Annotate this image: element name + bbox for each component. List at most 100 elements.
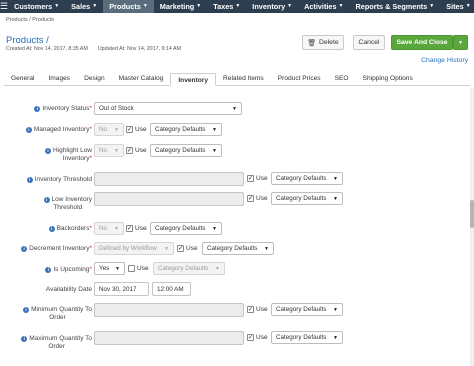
inventory-threshold-input[interactable]: [94, 172, 244, 186]
decrement-inventory-use-checkbox[interactable]: ✓: [177, 245, 184, 252]
is-upcoming-label: i Is Upcoming*: [45, 266, 92, 274]
minimum-quantity-input[interactable]: [94, 303, 244, 317]
use-label: Use: [135, 147, 147, 154]
decrement-inventory-select[interactable]: Defined by Workflow ▼: [94, 242, 174, 255]
tab-inventory[interactable]: Inventory: [170, 73, 217, 86]
use-label: Use: [186, 245, 198, 252]
created-at: Created At: Nov 14, 2017, 8:35 AM: [6, 46, 88, 52]
tab-bar: General Images Design Master Catalog Inv…: [4, 72, 470, 86]
info-icon: i: [34, 106, 41, 112]
chevron-down-icon: ▼: [114, 225, 119, 232]
highlight-low-inventory-label: i Highlight Low Inventory*: [44, 147, 92, 163]
maximum-quantity-label: i Maximum Quantity To Order: [21, 335, 92, 351]
tab-master-catalog[interactable]: Master Catalog: [112, 72, 171, 85]
inventory-status-label: i Inventory Status*: [34, 105, 92, 113]
nav-sales[interactable]: Sales ▼: [65, 0, 103, 13]
maximum-quantity-use-checkbox[interactable]: ✓: [247, 334, 254, 341]
nav-taxes[interactable]: Taxes ▼: [207, 0, 246, 13]
chevron-down-icon: ▼: [164, 245, 169, 252]
nav-products[interactable]: Products ▼: [103, 0, 154, 13]
change-history-link[interactable]: Change History: [421, 57, 468, 64]
is-upcoming-select[interactable]: Yes ▼: [94, 262, 125, 275]
chevron-down-icon: ▼: [429, 3, 435, 9]
nav-sites[interactable]: Sites ▼: [440, 0, 474, 13]
low-inventory-threshold-input[interactable]: [94, 192, 244, 206]
use-label: Use: [135, 225, 147, 232]
page-title: Products /: [6, 35, 49, 46]
minimum-quantity-category-select[interactable]: Category Defaults ▼: [271, 303, 343, 316]
is-upcoming-use-checkbox[interactable]: [128, 265, 135, 272]
hamburger-menu-icon[interactable]: ☰: [0, 1, 8, 12]
use-label: Use: [137, 265, 149, 272]
backorders-category-select[interactable]: Category Defaults ▼: [150, 222, 222, 235]
tab-images[interactable]: Images: [41, 72, 77, 85]
highlight-low-inventory-select[interactable]: No ▼: [94, 144, 124, 157]
info-icon: i: [21, 246, 28, 252]
availability-time-input[interactable]: 12:00 AM: [152, 282, 191, 296]
nav-customers[interactable]: Customers ▼: [8, 0, 65, 13]
highlight-low-category-select[interactable]: Category Defaults ▼: [150, 144, 222, 157]
chevron-down-icon: ▼: [287, 3, 293, 9]
tab-shipping-options[interactable]: Shipping Options: [356, 72, 420, 85]
nav-marketing[interactable]: Marketing ▼: [154, 0, 207, 13]
low-inventory-use-checkbox[interactable]: ✓: [247, 195, 254, 202]
delete-button[interactable]: 🗑 Delete: [302, 35, 344, 50]
low-inventory-category-select[interactable]: Category Defaults ▼: [271, 192, 343, 205]
chevron-down-icon: ▼: [235, 3, 241, 9]
save-options-chevron-icon[interactable]: ▼: [453, 35, 468, 50]
chevron-down-icon: ▼: [212, 147, 217, 154]
scrollbar-thumb[interactable]: [470, 200, 474, 228]
backorders-label: i Backorders*: [48, 225, 92, 233]
inventory-status-select[interactable]: Out of Stock ▼: [94, 102, 242, 115]
minimum-quantity-label: i Minimum Quantity To Order: [23, 306, 92, 322]
backorders-select[interactable]: No ▼: [94, 222, 124, 235]
chevron-down-icon: ▼: [333, 195, 338, 202]
maximum-quantity-category-select[interactable]: Category Defaults ▼: [271, 331, 343, 344]
chevron-down-icon: ▼: [54, 3, 60, 9]
tab-related-items[interactable]: Related Items: [216, 72, 271, 85]
chevron-down-icon: ▼: [142, 3, 148, 9]
tab-design[interactable]: Design: [77, 72, 112, 85]
nav-reports-segments[interactable]: Reports & Segments ▼: [350, 0, 441, 13]
maximum-quantity-input[interactable]: [94, 331, 244, 345]
inventory-threshold-use-checkbox[interactable]: ✓: [247, 175, 254, 182]
use-label: Use: [256, 195, 268, 202]
breadcrumb[interactable]: Products / Products: [6, 17, 54, 23]
timestamps: Created At: Nov 14, 2017, 8:35 AM Updated…: [6, 46, 181, 52]
chevron-down-icon: ▼: [196, 3, 202, 9]
info-icon: i: [25, 127, 32, 133]
info-icon: i: [23, 307, 30, 313]
managed-inventory-use-checkbox[interactable]: ✓: [126, 126, 133, 133]
use-label: Use: [256, 175, 268, 182]
managed-inventory-select[interactable]: No ▼: [94, 123, 124, 136]
chevron-down-icon: ▼: [212, 225, 217, 232]
decrement-inventory-category-select[interactable]: Category Defaults ▼: [202, 242, 274, 255]
info-icon: i: [44, 148, 51, 154]
top-nav: ☰ Customers ▼ Sales ▼ Products ▼ Marketing ▼…: [0, 0, 474, 13]
chevron-down-icon: ▼: [338, 3, 344, 9]
decrement-inventory-label: i Decrement Inventory*: [21, 245, 92, 253]
managed-inventory-category-select[interactable]: Category Defaults ▼: [150, 123, 222, 136]
availability-date-input[interactable]: Nov 30, 2017: [94, 282, 149, 296]
availability-date-label: Availability Date: [45, 286, 92, 293]
updated-at: Updated At: Nov 14, 2017, 9:14 AM: [97, 46, 181, 52]
chevron-down-icon: ▼: [333, 306, 338, 313]
info-icon: i: [45, 267, 52, 273]
tab-seo[interactable]: SEO: [328, 72, 356, 85]
inventory-threshold-category-select[interactable]: Category Defaults ▼: [271, 172, 343, 185]
low-inventory-threshold-label: i Low Inventory Threshold: [43, 196, 92, 212]
nav-inventory[interactable]: Inventory ▼: [246, 0, 298, 13]
info-icon: i: [21, 336, 28, 342]
highlight-low-use-checkbox[interactable]: ✓: [126, 147, 133, 154]
chevron-down-icon: ▼: [212, 126, 217, 133]
minimum-quantity-use-checkbox[interactable]: ✓: [247, 306, 254, 313]
nav-activities[interactable]: Activities ▼: [298, 0, 349, 13]
is-upcoming-category-select[interactable]: Category Defaults ▼: [153, 262, 225, 275]
cancel-button[interactable]: Cancel: [353, 35, 385, 50]
chevron-down-icon: ▼: [333, 334, 338, 341]
backorders-use-checkbox[interactable]: ✓: [126, 225, 133, 232]
tab-general[interactable]: General: [4, 72, 41, 85]
save-and-close-button[interactable]: Save And Close: [391, 35, 453, 50]
tab-product-prices[interactable]: Product Prices: [271, 72, 328, 85]
managed-inventory-label: i Managed Inventory*: [25, 126, 92, 134]
